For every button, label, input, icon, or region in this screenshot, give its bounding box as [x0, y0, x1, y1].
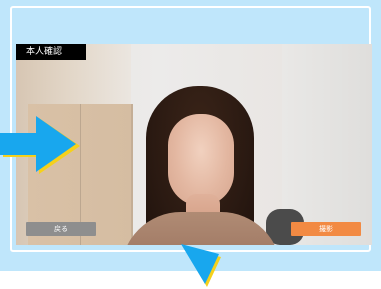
- page-title: 本人確認: [16, 44, 86, 60]
- camera-preview: [16, 44, 372, 245]
- person-body: [121, 212, 281, 245]
- capture-button[interactable]: 撮影: [291, 222, 361, 236]
- back-button[interactable]: 戻る: [26, 222, 96, 236]
- person-face: [168, 114, 234, 206]
